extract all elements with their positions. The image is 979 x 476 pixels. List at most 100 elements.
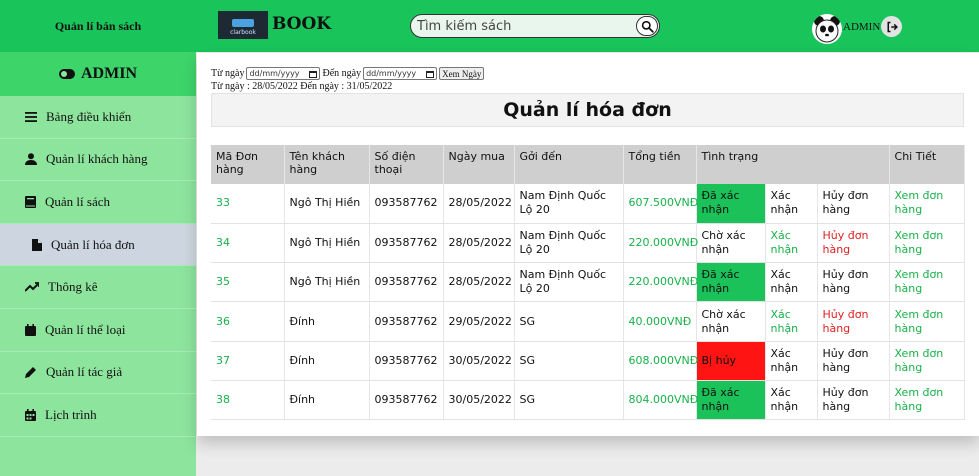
order-total: 220.000VNĐ — [623, 262, 698, 303]
sidebar-item-authors[interactable]: Quản lí tác giả — [0, 352, 196, 395]
status-badge: Đã xác nhận — [696, 184, 766, 224]
status-badge: Đã xác nhận — [696, 380, 766, 421]
customer-name: Đính — [284, 301, 370, 342]
ship-address: SG — [514, 301, 624, 342]
sidebar-title-text: ADMIN — [81, 65, 137, 82]
sidebar-item-label: Bảng điều khiển — [46, 108, 132, 124]
user-icon — [25, 153, 37, 166]
order-date: 30/05/2022 — [443, 341, 515, 381]
order-id-link[interactable]: 35 — [211, 262, 285, 303]
order-date: 28/05/2022 — [443, 184, 515, 224]
confirm-link[interactable]: Xác nhận — [765, 223, 818, 264]
calendar-grid-icon — [25, 408, 36, 421]
ship-address: Nam Định Quốc Lộ 20 — [514, 184, 624, 224]
order-date: 28/05/2022 — [443, 223, 515, 264]
order-total: 220.000VNĐ — [623, 223, 698, 264]
ship-address: Nam Định Quốc Lộ 20 — [514, 223, 624, 264]
col-header-address: Gởi đến — [514, 145, 624, 184]
date-range-text: Từ ngày : 28/05/2022 Đến ngày : 31/05/20… — [211, 81, 393, 92]
brand-title: Quản lí bán sách — [54, 18, 142, 33]
view-order-link[interactable]: Xem đơn hàng — [889, 301, 965, 342]
confirm-link[interactable]: Xác nhận — [765, 380, 818, 421]
customer-phone: 093587762 — [369, 223, 444, 264]
customer-phone: 093587762 — [369, 301, 444, 342]
view-order-link[interactable]: Xem đơn hàng — [889, 341, 965, 381]
view-order-link[interactable]: Xem đơn hàng — [889, 380, 965, 421]
confirm-link[interactable]: Xác nhận — [765, 262, 818, 303]
order-id-link[interactable]: 38 — [211, 380, 285, 421]
from-date-label: Từ ngày — [211, 68, 245, 79]
order-id-link[interactable]: 37 — [211, 341, 285, 381]
table-header-row: Mã Đơn hàng Tên khách hàng Số điện thoại… — [211, 145, 965, 184]
customer-name: Ngô Thị Hiền — [284, 262, 370, 303]
sidebar-title: ADMIN — [0, 52, 196, 96]
sidebar-item-invoices[interactable]: Quản lí hóa đơn — [0, 223, 196, 267]
from-date-input[interactable]: dd/mm/yyyy — [246, 67, 321, 80]
view-order-link[interactable]: Xem đơn hàng — [889, 184, 965, 224]
cancel-order-link[interactable]: Hủy đơn hàng — [817, 341, 890, 381]
order-date: 28/05/2022 — [443, 262, 515, 303]
sidebar-item-books[interactable]: Quản lí sách — [0, 181, 196, 224]
sidebar-item-customers[interactable]: Quản lí khách hàng — [0, 139, 196, 182]
sidebar-item-dashboard[interactable]: Bảng điều khiển — [0, 96, 196, 139]
admin-name[interactable]: ADMIN — [843, 21, 880, 33]
sidebar-item-label: Quản lí sách — [45, 193, 110, 209]
col-header-date: Ngày mua — [443, 145, 515, 184]
logout-button[interactable] — [881, 16, 902, 37]
menu-icon — [25, 111, 37, 122]
logout-icon — [887, 21, 898, 32]
cancel-order-link[interactable]: Hủy đơn hàng — [817, 301, 890, 342]
search-button[interactable] — [636, 16, 658, 36]
cancel-order-link[interactable]: Hủy đơn hàng — [817, 380, 890, 421]
book-icon — [25, 195, 36, 208]
col-header-detail: Chi Tiết — [889, 145, 965, 184]
customer-name: Đính — [284, 341, 370, 381]
to-date-input[interactable]: dd/mm/yyyy — [363, 67, 438, 80]
sidebar: ADMIN Bảng điều khiển Quản lí khách hàng… — [0, 52, 196, 476]
cancel-order-link[interactable]: Hủy đơn hàng — [817, 262, 890, 303]
sidebar-item-label: Quản lí thể loại — [45, 321, 126, 337]
invoice-table: Mã Đơn hàng Tên khách hàng Số điện thoại… — [211, 145, 965, 421]
status-badge: Chờ xác nhận — [696, 301, 766, 342]
sidebar-item-label: Lịch trình — [45, 406, 97, 422]
order-id-link[interactable]: 33 — [211, 184, 285, 224]
ship-address: Nam Định Quốc Lộ 20 — [514, 262, 624, 303]
toggle-icon[interactable] — [59, 69, 75, 79]
search-icon — [641, 20, 654, 33]
customer-name: Ngô Thị Hiền — [284, 184, 370, 224]
confirm-link[interactable]: Xác nhận — [765, 301, 818, 342]
customer-phone: 093587762 — [369, 262, 444, 303]
table-row: 37 Đính 093587762 30/05/2022 SG 608.000VNĐ Bị … — [211, 341, 965, 381]
date-filter: Từ ngày dd/mm/yyyy Đến ngày dd/mm/yyyy X… — [211, 67, 485, 80]
order-total: 40.000VNĐ — [623, 301, 697, 342]
ship-address: SG — [514, 380, 624, 421]
view-dates-button[interactable]: Xem Ngày — [439, 67, 485, 80]
order-total: 608.000VNĐ — [623, 341, 698, 381]
logo-text: BOOK — [272, 14, 332, 34]
book-logo[interactable]: clarbook — [218, 11, 268, 39]
order-id-link[interactable]: 34 — [211, 223, 285, 264]
sidebar-item-schedule[interactable]: Lịch trình — [0, 394, 196, 437]
sidebar-item-statistics[interactable]: Thông kê — [0, 266, 196, 309]
to-date-label: Đến ngày — [322, 68, 362, 79]
date-placeholder: dd/mm/yyyy — [249, 69, 300, 78]
order-id-link[interactable]: 36 — [211, 301, 285, 342]
status-badge: Chờ xác nhận — [696, 223, 766, 264]
cancel-order-link[interactable]: Hủy đơn hàng — [817, 184, 890, 224]
confirm-link[interactable]: Xác nhận — [765, 341, 818, 381]
avatar[interactable] — [812, 14, 842, 44]
logo-small-text: clarbook — [230, 29, 256, 36]
table-row: 34 Ngô Thị Hiền 093587762 28/05/2022 Nam Địn… — [211, 223, 965, 264]
search-input[interactable] — [417, 17, 627, 35]
sidebar-item-categories[interactable]: Quản lí thể loại — [0, 309, 196, 352]
view-order-link[interactable]: Xem đơn hàng — [889, 223, 965, 264]
customer-phone: 093587762 — [369, 184, 444, 224]
sidebar-item-label: Quản lí khách hàng — [46, 151, 148, 167]
confirm-link[interactable]: Xác nhận — [765, 184, 818, 224]
col-header-name: Tên khách hàng — [284, 145, 370, 184]
table-row: 35 Ngô Thị Hiền 093587762 28/05/2022 Nam Địn… — [211, 262, 965, 303]
page-title: Quản lí hóa đơn — [211, 93, 964, 127]
view-order-link[interactable]: Xem đơn hàng — [889, 262, 965, 303]
calendar-picker-icon — [309, 70, 318, 78]
cancel-order-link[interactable]: Hủy đơn hàng — [817, 223, 890, 264]
